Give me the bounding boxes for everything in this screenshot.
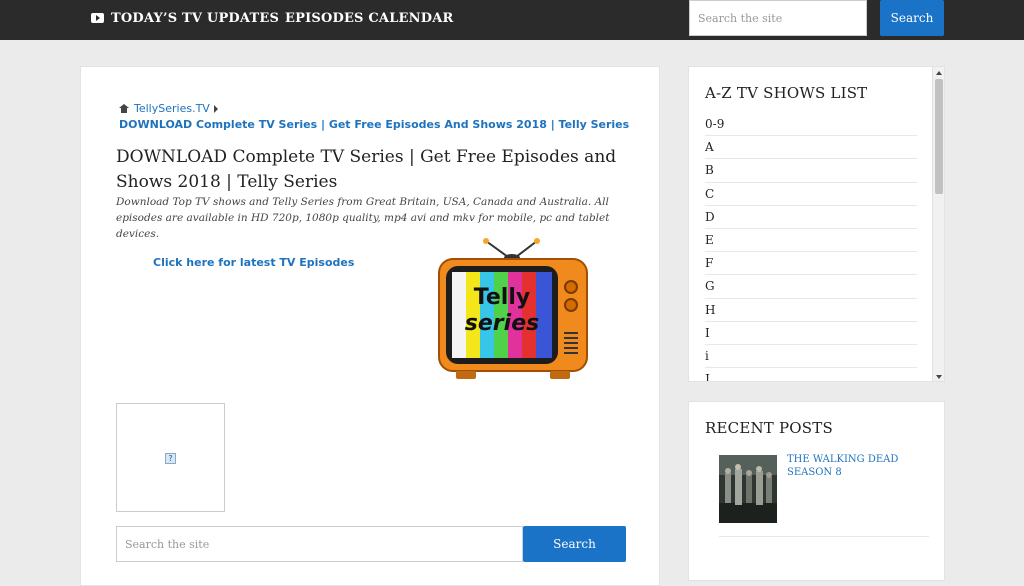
az-list-item[interactable]: 0-9 [705, 113, 917, 137]
logo-text-telly: Telly [474, 285, 530, 310]
recent-post-thumbnail[interactable] [719, 455, 777, 523]
scrollbar-thumb[interactable] [935, 79, 943, 194]
header-search-button[interactable]: Search [880, 0, 944, 36]
youtube-play-icon [91, 12, 104, 23]
az-list-item[interactable]: D [705, 206, 917, 229]
image-placeholder-box: ? [116, 403, 225, 512]
scroll-down-arrow-icon[interactable] [936, 375, 942, 379]
page-description: Download Top TV shows and Telly Series f… [116, 196, 610, 240]
az-list-scrollbar[interactable] [932, 67, 944, 381]
breadcrumb-home-link[interactable]: TellySeries.TV [134, 102, 210, 115]
recent-posts-widget: RECENT POSTS THE WALKING DEAD SEASON 8 [688, 401, 945, 581]
az-list-item[interactable]: i [705, 345, 917, 369]
az-list-item[interactable]: E [705, 229, 917, 253]
broken-image-icon: ? [165, 453, 176, 464]
az-list-item[interactable]: F [705, 252, 917, 276]
recent-posts-title: RECENT POSTS [705, 419, 833, 437]
main-content-panel: TellySeries.TV DOWNLOAD Complete TV Seri… [80, 66, 660, 586]
az-list-item[interactable]: G [705, 275, 917, 299]
breadcrumb-arrow-icon [213, 105, 218, 113]
page-title: DOWNLOAD Complete TV Series | Get Free E… [116, 147, 617, 192]
content-search-button[interactable]: Search [523, 526, 626, 562]
breadcrumb-current-link[interactable]: DOWNLOAD Complete TV Series | Get Free E… [119, 118, 629, 131]
top-navigation-bar: TODAY’S TV UPDATES EPISODES CALENDAR Sea… [0, 0, 1024, 40]
nav-todays-tv-updates[interactable]: TODAY’S TV UPDATES [91, 0, 279, 40]
az-list-item[interactable]: B [705, 159, 917, 183]
nav-updates-label: TODAY’S TV UPDATES [111, 11, 280, 26]
header-search-input[interactable] [689, 0, 867, 36]
az-list: 0-9 A B C D E F G H I i J [705, 113, 917, 381]
breadcrumb: TellySeries.TV [119, 102, 218, 115]
recent-post-title-link[interactable]: THE WALKING DEAD SEASON 8 [787, 453, 917, 479]
az-tv-shows-widget: A-Z TV SHOWS LIST 0-9 A B C D E F G H I … [688, 66, 945, 382]
az-list-item[interactable]: H [705, 299, 917, 322]
az-list-item[interactable]: J [705, 368, 917, 381]
nav-calendar-label: EPISODES CALENDAR [285, 11, 454, 26]
az-list-item[interactable]: I [705, 322, 917, 345]
home-icon [119, 103, 130, 113]
recent-post-item[interactable]: THE WALKING DEAD SEASON 8 [719, 453, 929, 537]
nav-episodes-calendar[interactable]: EPISODES CALENDAR [285, 0, 454, 40]
az-list-item[interactable]: A [705, 136, 917, 160]
latest-episodes-link[interactable]: Click here for latest TV Episodes [153, 256, 354, 269]
telly-series-tv-logo: Telly series [438, 238, 588, 379]
content-search-input[interactable] [116, 526, 523, 562]
logo-text-series: series [465, 311, 539, 336]
az-widget-title: A-Z TV SHOWS LIST [705, 84, 868, 102]
scroll-up-arrow-icon[interactable] [936, 71, 942, 75]
az-list-item[interactable]: C [705, 183, 917, 206]
